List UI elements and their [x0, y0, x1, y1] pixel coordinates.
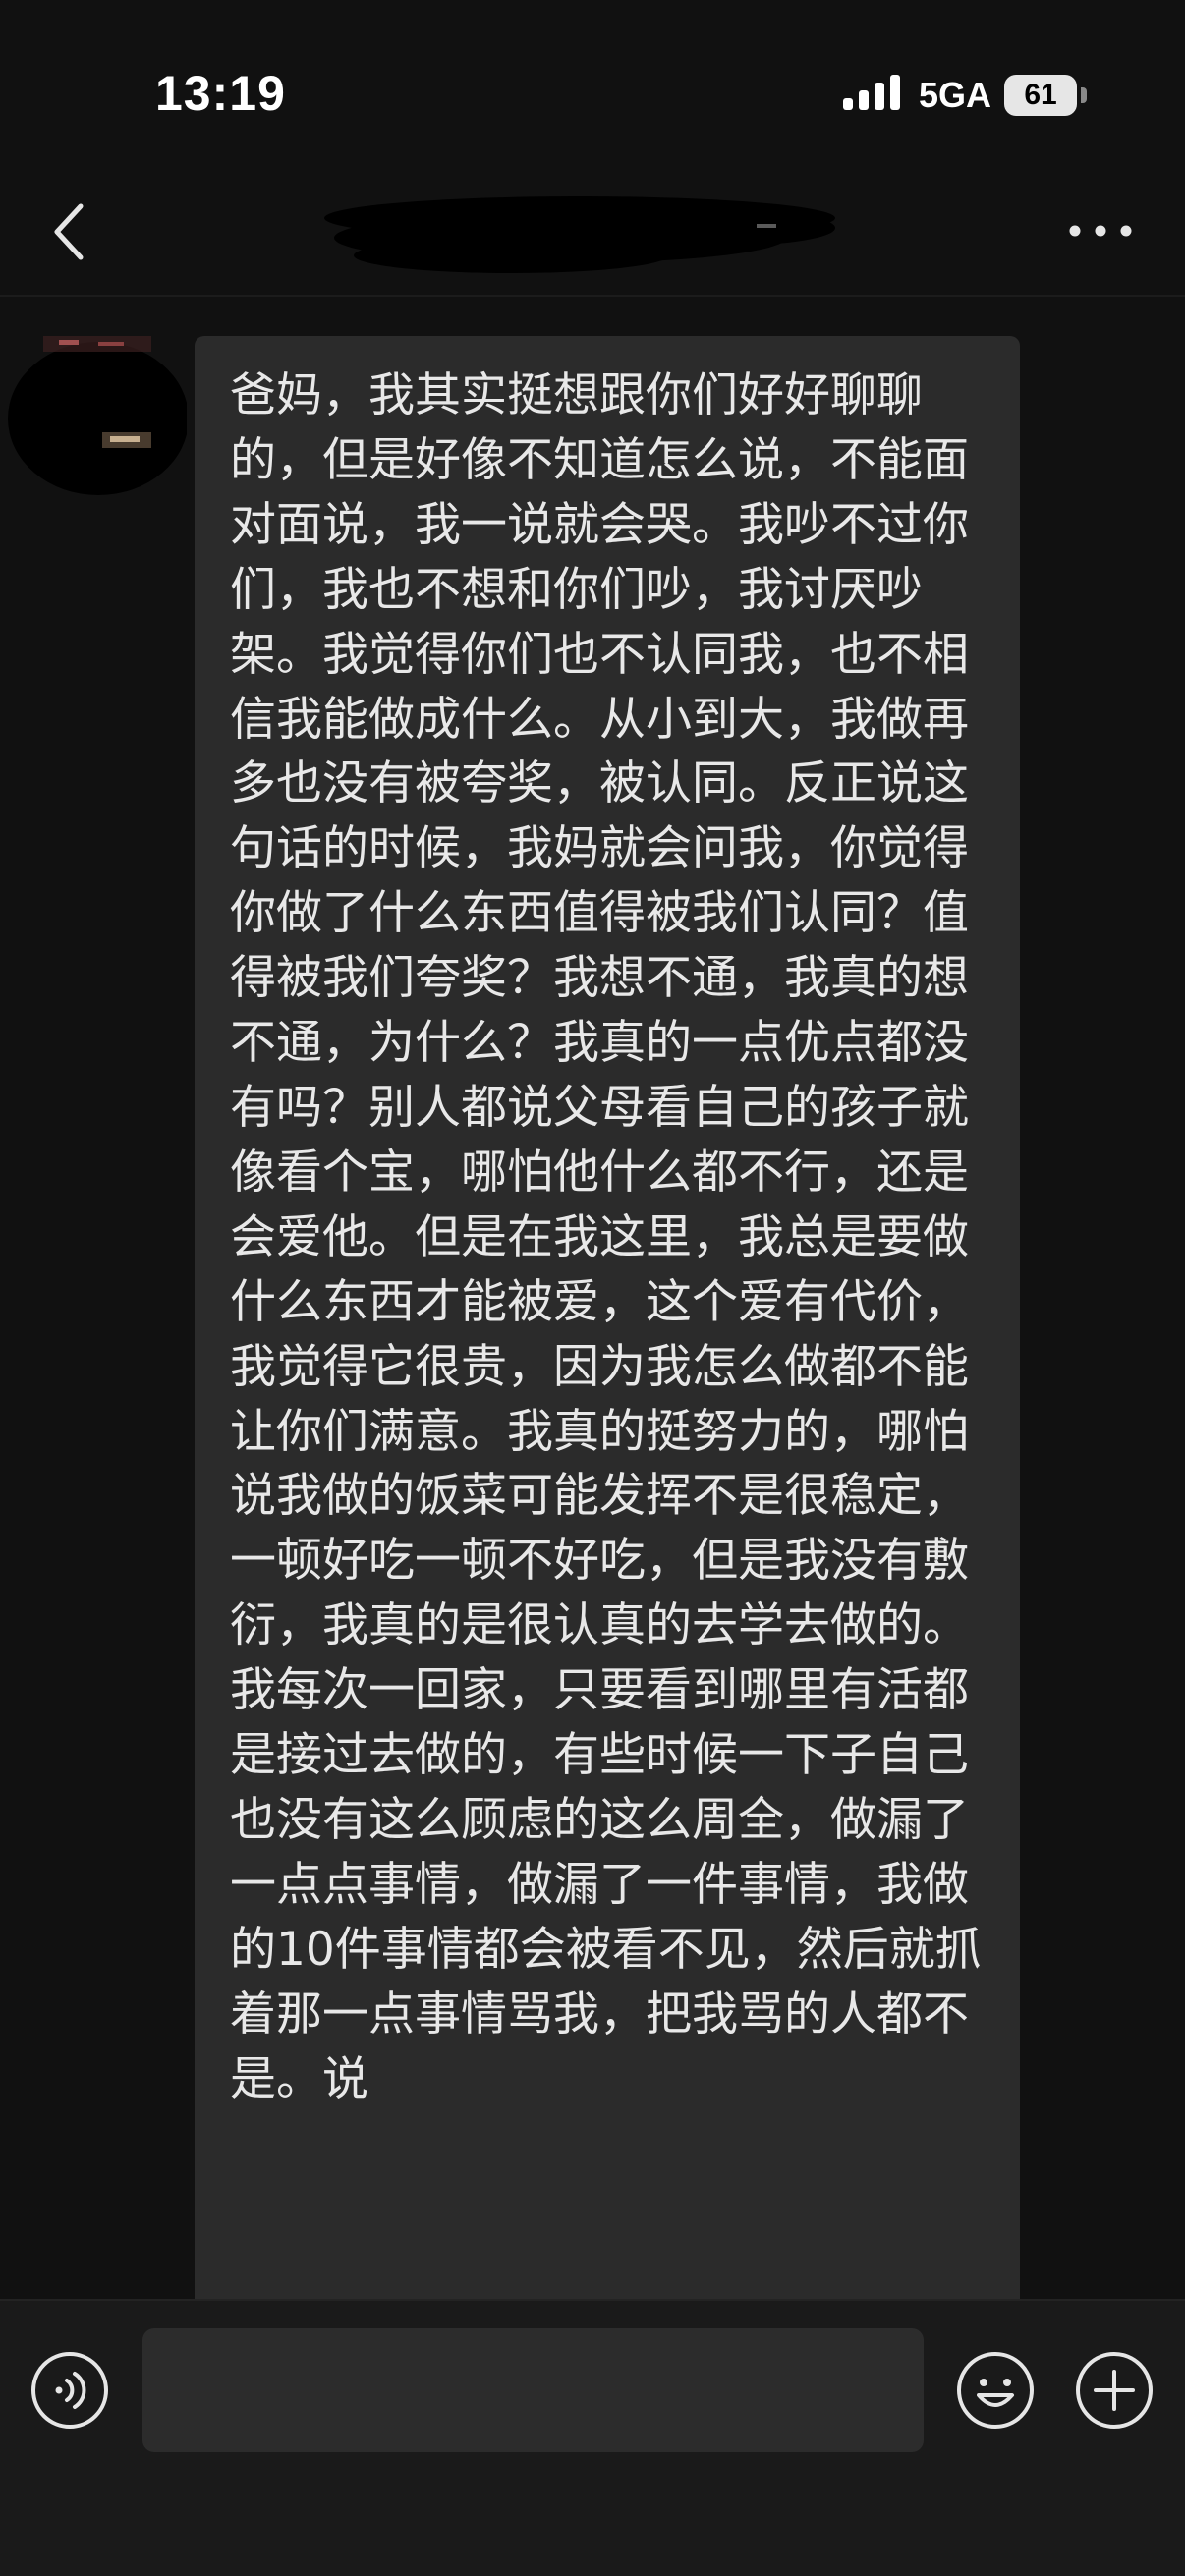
- voice-input-icon[interactable]: [29, 2350, 110, 2431]
- message-text: 爸妈，我其实挺想跟你们好好聊聊的，但是好像不知道怎么说，不能面对面说，我一说就会…: [230, 368, 982, 2106]
- plus-icon[interactable]: [1074, 2350, 1155, 2431]
- redacted-chat-title: [324, 196, 835, 273]
- battery-icon: 61: [1004, 75, 1087, 118]
- battery-tip: [1081, 87, 1087, 103]
- nav-bar: [0, 167, 1185, 297]
- message-bubble[interactable]: 爸妈，我其实挺想跟你们好好聊聊的，但是好像不知道怎么说，不能面对面说，我一说就会…: [195, 336, 1020, 2299]
- signal-strength-icon: [843, 75, 900, 110]
- battery-level: 61: [1024, 79, 1057, 111]
- status-bar: 13:19 5GA 61: [0, 0, 1185, 187]
- contact-avatar[interactable]: [0, 330, 187, 497]
- message-list[interactable]: 爸妈，我其实挺想跟你们好好聊聊的，但是好像不知道怎么说，不能面对面说，我一说就会…: [0, 297, 1185, 2299]
- chat-screen: 13:19 5GA 61 爸妈，我其实挺想跟你们好好聊聊的，但是好像不知道怎么说…: [0, 0, 1185, 2576]
- status-time: 13:19: [155, 66, 286, 121]
- network-type: 5GA: [919, 75, 992, 115]
- input-bar: [0, 2299, 1185, 2576]
- emoji-icon[interactable]: [955, 2350, 1036, 2431]
- message-input[interactable]: [142, 2328, 924, 2452]
- chevron-left-icon[interactable]: [39, 193, 108, 271]
- more-dots-icon[interactable]: [1061, 206, 1140, 255]
